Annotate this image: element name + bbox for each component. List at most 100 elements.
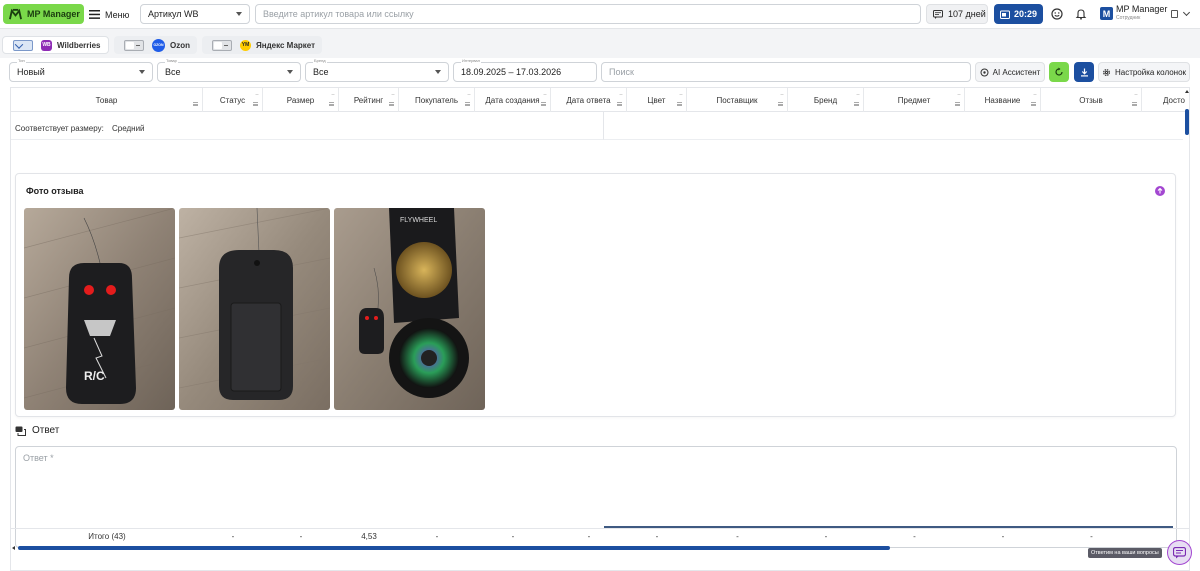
more-dots-icon[interactable]: ··· [619,92,623,98]
date-interval-input[interactable]: Интервал 18.09.2025 – 17.03.2026 [453,58,597,82]
chevron-down-icon[interactable] [1182,8,1191,17]
column-header-brand[interactable]: Бренд ··· [788,88,864,112]
column-menu-icon[interactable] [329,102,334,106]
more-dots-icon[interactable]: ··· [467,92,471,98]
subscription-days-badge[interactable]: 107 дней [926,4,988,24]
tab-yandex-market[interactable]: YM Яндекс Маркет [202,36,322,54]
wildberries-toggle[interactable] [13,39,33,51]
notifications-bell-icon[interactable] [1073,6,1089,22]
column-header-product[interactable]: Товар [11,88,203,112]
column-menu-icon[interactable] [778,102,783,106]
column-menu-icon[interactable] [677,102,682,106]
total-cell: - [435,532,439,541]
reviews-table: Товар Статус ··· Размер ··· Рейтинг ··· Пок… [10,87,1190,571]
column-header-status[interactable]: Статус ··· [203,88,263,112]
support-chat-button[interactable] [1167,540,1192,565]
download-button[interactable] [1074,62,1094,82]
user-role: Сотрудник [1116,15,1141,21]
column-menu-icon[interactable] [854,102,859,106]
article-search-input[interactable]: Введите артикул товара или ссылку [255,4,921,24]
time-label: 20:29 [1014,9,1038,19]
column-header-buyer[interactable]: Покупатель ··· [399,88,475,112]
review-photo[interactable] [179,208,330,410]
column-menu-icon[interactable] [1031,102,1036,106]
chat-icon [1173,546,1186,558]
column-header-name[interactable]: Название ··· [965,88,1041,112]
refresh-icon [1055,67,1063,76]
column-header-size[interactable]: Размер ··· [263,88,339,112]
user-avatar[interactable]: M [1100,7,1113,20]
total-cell: - [587,532,591,541]
menu-button[interactable]: Меню [89,5,129,24]
more-dots-icon[interactable]: ··· [255,92,259,98]
vertical-scrollbar-thumb[interactable] [1185,109,1189,135]
ai-assistant-button[interactable]: AI Ассистент [975,62,1045,82]
more-dots-icon[interactable]: ··· [780,92,784,98]
column-header-review[interactable]: Отзыв ··· [1041,88,1142,112]
horizontal-scrollbar-thumb[interactable] [18,546,890,550]
more-dots-icon[interactable]: ··· [679,92,683,98]
yandex-market-toggle[interactable] [212,39,232,51]
more-dots-icon[interactable]: ··· [957,92,961,98]
column-header-advantages[interactable]: Досто [1142,88,1189,112]
column-menu-icon[interactable] [389,102,394,106]
tab-wildberries[interactable]: WB Wildberries [2,36,109,54]
ozon-icon: OZON [152,38,165,52]
detail-info-row: Соответствует размеру: Средний [11,112,604,140]
column-menu-icon[interactable] [1132,102,1137,106]
gear-icon [1103,68,1110,76]
column-settings-button[interactable]: Настройка колонок [1098,62,1190,82]
review-photo[interactable]: R/C [24,208,175,410]
ozon-toggle[interactable] [124,39,144,51]
brand-filter-select[interactable]: Бренд Все [305,58,449,82]
product-filter-select[interactable]: Товар Все [157,58,301,82]
column-settings-label: Настройка колонок [1114,67,1187,77]
more-dots-icon[interactable]: ··· [1134,92,1138,98]
reviews-panel: Тип Новый Товар Все Бренд Все Интервал 1… [0,58,1200,571]
copy-icon[interactable] [1171,10,1178,18]
total-cell: - [511,532,515,541]
tab-ozon[interactable]: OZON Ozon [114,36,197,54]
more-dots-icon[interactable]: ··· [331,92,335,98]
column-title: Размер [286,95,315,105]
time-badge[interactable]: 20:29 [994,4,1043,24]
column-menu-icon[interactable] [465,102,470,106]
emoji-icon[interactable] [1049,6,1065,22]
scroll-left-arrow-icon[interactable] [12,546,15,550]
hamburger-icon [89,10,100,19]
reviews-search-input[interactable]: Поиск [601,62,971,82]
size-fit-value: Средний [112,124,145,133]
column-menu-icon[interactable] [955,102,960,106]
type-filter-label: Тип [17,58,26,63]
column-header-subject[interactable]: Предмет ··· [864,88,965,112]
logo-icon [9,8,22,19]
column-header-created-date[interactable]: Дата создания ··· [475,88,551,112]
column-header-rating[interactable]: Рейтинг ··· [339,88,399,112]
review-photo[interactable]: FLYWHEEL [334,208,485,410]
collapse-up-icon[interactable] [1155,186,1165,196]
total-cell: - [736,532,739,541]
type-filter-select[interactable]: Тип Новый [9,58,153,82]
app-logo[interactable]: MP Manager [3,4,84,24]
more-dots-icon[interactable]: ··· [543,92,547,98]
refresh-button[interactable] [1049,62,1069,82]
article-type-select[interactable]: Артикул WB [140,4,250,24]
column-header-answer-date[interactable]: Дата ответа ··· [551,88,627,112]
column-menu-icon[interactable] [193,102,198,106]
column-header-supplier[interactable]: Поставщик ··· [687,88,788,112]
scroll-up-arrow-icon[interactable] [1185,90,1189,93]
column-menu-icon[interactable] [617,102,622,106]
vertical-scrollbar[interactable] [1184,88,1189,528]
yandex-market-icon: YM [240,39,251,51]
chevron-down-icon [435,70,441,74]
column-header-color[interactable]: Цвет ··· [627,88,687,112]
table-totals-row: Итого (43) - - 4,53 - - - - - - - - - [11,528,1189,544]
more-dots-icon[interactable]: ··· [391,92,395,98]
horizontal-scrollbar[interactable] [11,544,1189,552]
column-menu-icon[interactable] [253,102,258,106]
more-dots-icon[interactable]: ··· [856,92,860,98]
column-title: Рейтинг [353,95,384,105]
more-dots-icon[interactable]: ··· [1033,92,1037,98]
reply-placeholder: Ответ * [23,453,54,463]
column-menu-icon[interactable] [541,102,546,106]
